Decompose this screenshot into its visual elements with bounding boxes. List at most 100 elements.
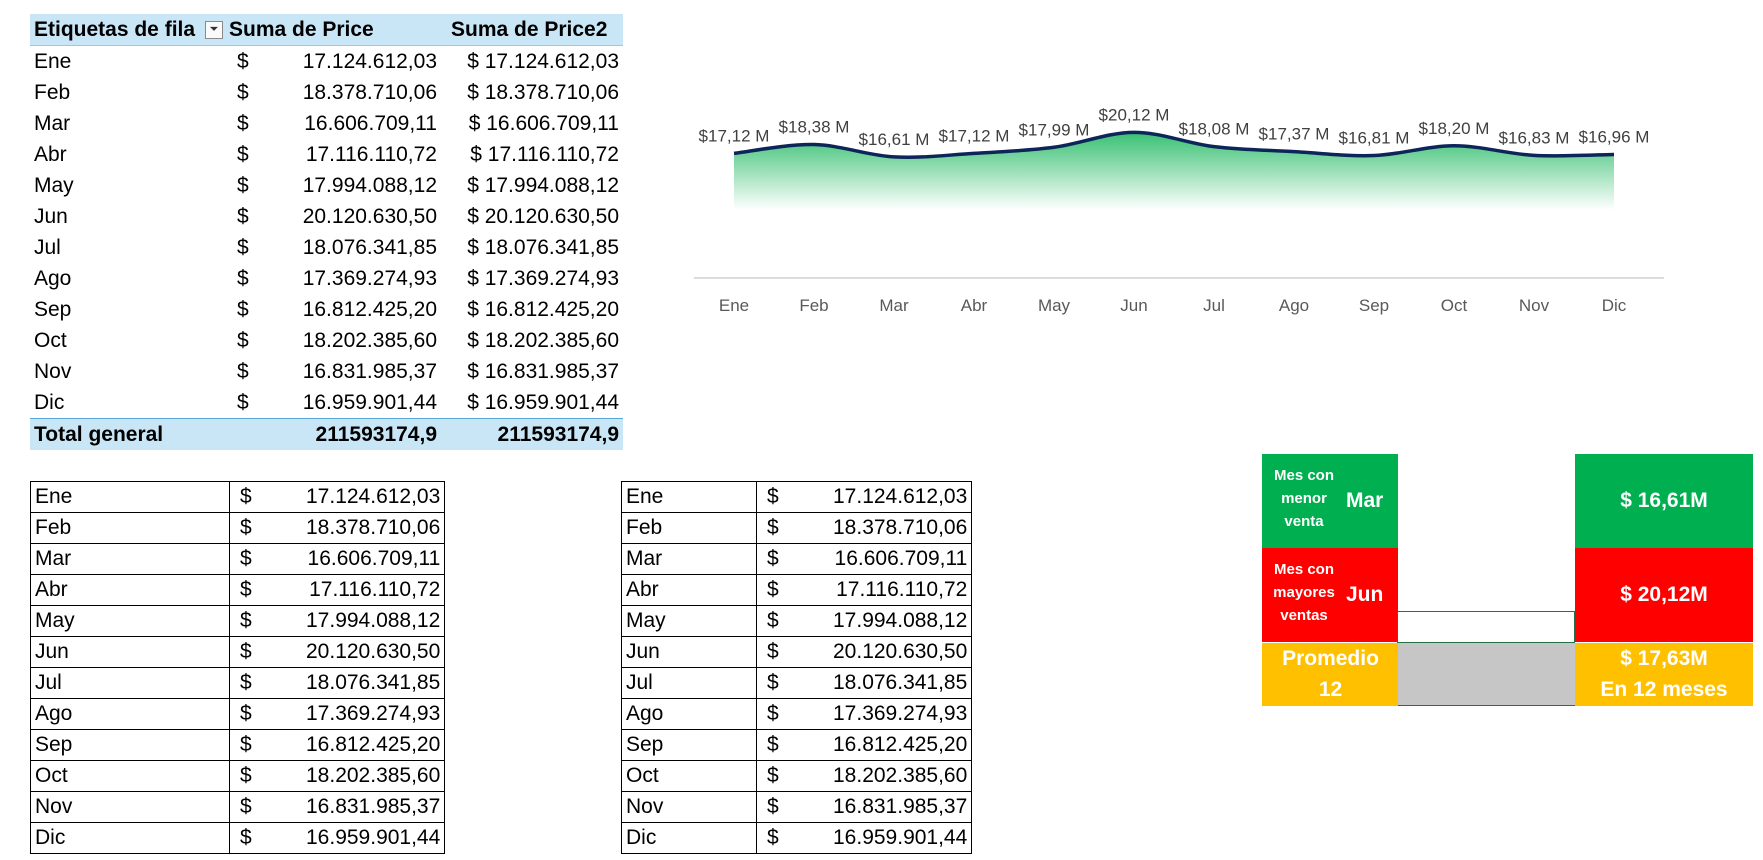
monthly-sales-area-chart[interactable]: $17,12 M Ene $18,38 M Feb $16,61 M Mar $17,12 … (690, 90, 1670, 320)
table-cell-currency[interactable]: $ (756, 822, 829, 854)
pivot-row[interactable]: Ago $17.369.274,93 $ 17.369.274,93 (30, 263, 623, 294)
table-cell-currency[interactable]: $ (756, 636, 829, 668)
table-cell-currency[interactable]: $ (756, 760, 829, 792)
table-cell-month[interactable]: Sep (30, 729, 230, 761)
table-cell-value[interactable]: 18.202.385,60 (829, 760, 973, 792)
table-cell-value[interactable]: 17.124.612,03 (302, 481, 446, 513)
table-cell-month[interactable]: Dic (621, 822, 757, 854)
table-row[interactable]: Oct $18.202.385,60 (30, 760, 446, 792)
pivot-row[interactable]: Ene $17.124.612,03 $ 17.124.612,03 (30, 46, 623, 77)
pivot-row[interactable]: Mar $16.606.709,11 $ 16.606.709,11 (30, 108, 623, 139)
table-cell-month[interactable]: Jul (30, 667, 230, 699)
table-cell-value[interactable]: 16.812.425,20 (302, 729, 446, 761)
table-cell-value[interactable]: 17.369.274,93 (302, 698, 446, 730)
table-cell-value[interactable]: 17.116.110,72 (829, 574, 973, 606)
table-cell-month[interactable]: Ago (30, 698, 230, 730)
pivot-row[interactable]: Abr $17.116.110,72 $ 17.116.110,72 (30, 139, 623, 170)
table-cell-currency[interactable]: $ (756, 574, 829, 606)
table-cell-value[interactable]: 17.994.088,12 (829, 605, 973, 637)
filter-sort-icon[interactable]: ⏷ (205, 21, 223, 39)
table-cell-value[interactable]: 16.831.985,37 (829, 791, 973, 823)
table-row[interactable]: Ago $17.369.274,93 (621, 698, 973, 730)
table-cell-value[interactable]: 18.378.710,06 (302, 512, 446, 544)
table-cell-month[interactable]: May (621, 605, 757, 637)
table-cell-value[interactable]: 20.120.630,50 (829, 636, 973, 668)
table-cell-month[interactable]: Nov (621, 791, 757, 823)
table-row[interactable]: Mar $16.606.709,11 (621, 543, 973, 575)
table-cell-value[interactable]: 16.606.709,11 (302, 543, 446, 575)
table-cell-month[interactable]: Feb (621, 512, 757, 544)
table-row[interactable]: Mar $16.606.709,11 (30, 543, 446, 575)
table-cell-month[interactable]: Dic (30, 822, 230, 854)
table-cell-month[interactable]: Jun (621, 636, 757, 668)
table-cell-currency[interactable]: $ (756, 791, 829, 823)
table-cell-month[interactable]: Abr (621, 574, 757, 606)
table-row[interactable]: Sep $16.812.425,20 (30, 729, 446, 761)
pivot-row[interactable]: Jul $18.076.341,85 $ 18.076.341,85 (30, 232, 623, 263)
table-cell-month[interactable]: Ene (621, 481, 757, 513)
pivot-row[interactable]: Oct $18.202.385,60 $ 18.202.385,60 (30, 325, 623, 356)
table-cell-month[interactable]: Mar (30, 543, 230, 575)
table-row[interactable]: Dic $16.959.901,44 (621, 822, 973, 854)
table-row[interactable]: Ene $17.124.612,03 (30, 481, 446, 513)
pivot-row[interactable]: May $17.994.088,12 $ 17.994.088,12 (30, 170, 623, 201)
table-cell-month[interactable]: Abr (30, 574, 230, 606)
table-cell-value[interactable]: 18.076.341,85 (302, 667, 446, 699)
table-cell-currency[interactable]: $ (756, 512, 829, 544)
table-row[interactable]: Abr $17.116.110,72 (621, 574, 973, 606)
table-cell-value[interactable]: 17.369.274,93 (829, 698, 973, 730)
table-cell-currency[interactable]: $ (229, 667, 302, 699)
table-cell-month[interactable]: Oct (30, 760, 230, 792)
table-cell-currency[interactable]: $ (756, 729, 829, 761)
table-cell-currency[interactable]: $ (756, 543, 829, 575)
table-cell-month[interactable]: May (30, 605, 230, 637)
table-row[interactable]: Jul $18.076.341,85 (30, 667, 446, 699)
table-cell-currency[interactable]: $ (229, 698, 302, 730)
table-cell-value[interactable]: 16.959.901,44 (302, 822, 446, 854)
table-row[interactable]: Ago $17.369.274,93 (30, 698, 446, 730)
selected-cell[interactable] (1397, 611, 1575, 643)
table-cell-value[interactable]: 16.606.709,11 (829, 543, 973, 575)
table-row[interactable]: May $17.994.088,12 (30, 605, 446, 637)
table-cell-currency[interactable]: $ (229, 481, 302, 513)
table-cell-month[interactable]: Sep (621, 729, 757, 761)
table-cell-currency[interactable]: $ (756, 481, 829, 513)
table-cell-month[interactable]: Ago (621, 698, 757, 730)
table-cell-currency[interactable]: $ (229, 605, 302, 637)
table-cell-month[interactable]: Nov (30, 791, 230, 823)
table-cell-currency[interactable]: $ (229, 791, 302, 823)
table-cell-currency[interactable]: $ (229, 512, 302, 544)
table-row[interactable]: Dic $16.959.901,44 (30, 822, 446, 854)
table-cell-currency[interactable]: $ (756, 605, 829, 637)
table-cell-month[interactable]: Ene (30, 481, 230, 513)
table-row[interactable]: Nov $16.831.985,37 (30, 791, 446, 823)
table-cell-currency[interactable]: $ (229, 574, 302, 606)
table-cell-value[interactable]: 16.959.901,44 (829, 822, 973, 854)
table-cell-currency[interactable]: $ (756, 698, 829, 730)
table-cell-value[interactable]: 18.378.710,06 (829, 512, 973, 544)
table-row[interactable]: Nov $16.831.985,37 (621, 791, 973, 823)
pivot-row[interactable]: Feb $18.378.710,06 $ 18.378.710,06 (30, 77, 623, 108)
table-cell-currency[interactable]: $ (229, 636, 302, 668)
table-cell-value[interactable]: 18.202.385,60 (302, 760, 446, 792)
table-cell-value[interactable]: 16.831.985,37 (302, 791, 446, 823)
grey-cell[interactable] (1398, 643, 1575, 706)
table-cell-currency[interactable]: $ (229, 729, 302, 761)
table-row[interactable]: Oct $18.202.385,60 (621, 760, 973, 792)
table-row[interactable]: Feb $18.378.710,06 (30, 512, 446, 544)
table-cell-value[interactable]: 18.076.341,85 (829, 667, 973, 699)
table-row[interactable]: May $17.994.088,12 (621, 605, 973, 637)
table-row[interactable]: Sep $16.812.425,20 (621, 729, 973, 761)
pivot-row[interactable]: Sep $16.812.425,20 $ 16.812.425,20 (30, 294, 623, 325)
table-cell-value[interactable]: 17.994.088,12 (302, 605, 446, 637)
table-cell-month[interactable]: Jul (621, 667, 757, 699)
table-cell-month[interactable]: Oct (621, 760, 757, 792)
table-cell-currency[interactable]: $ (756, 667, 829, 699)
table-cell-month[interactable]: Jun (30, 636, 230, 668)
table-cell-currency[interactable]: $ (229, 543, 302, 575)
table-cell-value[interactable]: 16.812.425,20 (829, 729, 973, 761)
table-cell-value[interactable]: 17.116.110,72 (302, 574, 446, 606)
table-row[interactable]: Jun $20.120.630,50 (621, 636, 973, 668)
table-row[interactable]: Jun $20.120.630,50 (30, 636, 446, 668)
table-row[interactable]: Feb $18.378.710,06 (621, 512, 973, 544)
